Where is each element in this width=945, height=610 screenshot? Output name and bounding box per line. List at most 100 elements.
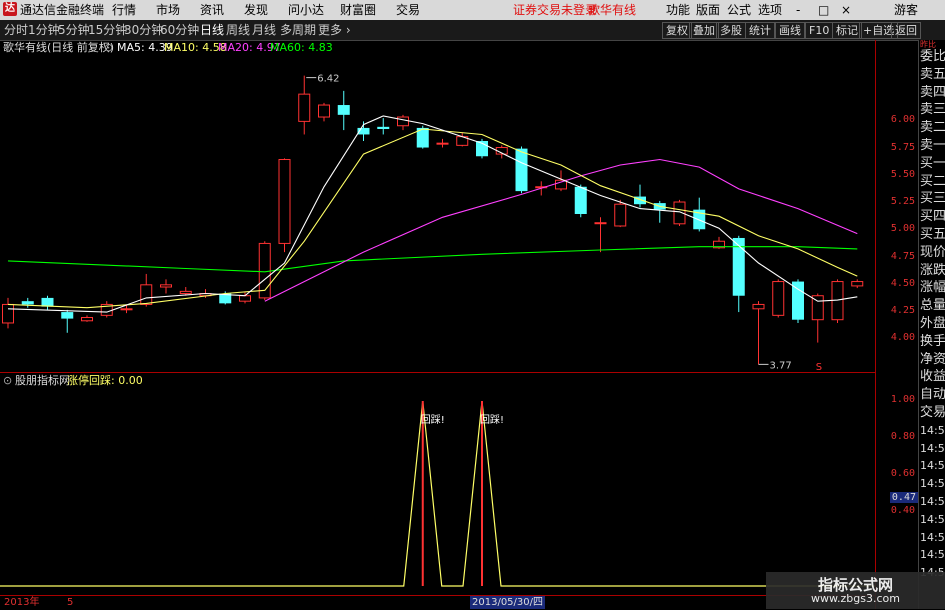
candle-body-up	[278, 159, 291, 244]
draw-line-button[interactable]: 画线	[775, 22, 805, 39]
menu-item-gongneng[interactable]: 功能	[666, 2, 690, 18]
app-logo-icon: 达	[3, 2, 17, 16]
candle-body-down	[377, 126, 390, 130]
tab-monthly[interactable]: 月线	[252, 22, 276, 38]
maximize-button[interactable]: □	[818, 2, 829, 18]
candle-body-up	[179, 290, 192, 295]
tab-15min[interactable]: 15分钟	[88, 22, 127, 38]
menu-item-faxian[interactable]: 发现	[244, 2, 268, 18]
multi-stock-button[interactable]: 多股	[716, 22, 746, 39]
price-tick-label: 5.75	[890, 141, 915, 153]
panel-item: 卖四	[920, 84, 945, 100]
app-title: 通达信金融终端	[20, 3, 105, 17]
low-annotation-label: 3.77	[770, 360, 792, 371]
panel-item: 卖二	[920, 120, 945, 136]
menu-item-gongshi[interactable]: 公式	[727, 2, 751, 18]
minimize-button[interactable]: -	[796, 2, 800, 18]
panel-item: 买三	[920, 191, 945, 207]
tab-60min[interactable]: 60分钟	[160, 22, 199, 38]
panel-item: 买二	[920, 173, 945, 189]
year-label: 2013年	[4, 597, 40, 608]
panel-item: 14:56	[920, 423, 945, 437]
candle-body-down	[21, 301, 34, 305]
overlay-button[interactable]: 叠加	[689, 22, 719, 39]
panel-item: 14:56	[920, 477, 945, 491]
quote-side-panel: 昨比 委比 卖五 卖四 卖三 卖二 卖一 买一 买二 买三 买四 买五 现价 涨跌 涨幅 总量 外盘 换手 净资 收益…	[918, 40, 945, 609]
watermark-url: www.zbgs3.com	[811, 592, 900, 605]
login-status[interactable]: 证券交易未登录	[513, 2, 597, 18]
price-tick-label: 4.50	[890, 277, 915, 289]
panel-item[interactable]: 自动	[920, 387, 945, 403]
candle-body-up	[2, 303, 14, 324]
tab-5min[interactable]: 5分钟	[58, 22, 90, 38]
panel-item: 卖五	[920, 66, 945, 82]
indicator-settings-icon[interactable]: ⊙	[3, 373, 12, 389]
ma60-label: MA60: 4.83	[270, 41, 333, 54]
signal-label: 涨停回踩: 0.00	[67, 374, 143, 387]
panel-item: 卖一	[920, 138, 945, 153]
watermark-banner: 指标公式网 www.zbgs3.com	[766, 572, 945, 609]
candle-body-up	[318, 104, 330, 118]
date-axis: 2013年 5 2013/05/30/四	[0, 595, 875, 610]
price-tick-label: 5.25	[890, 196, 915, 208]
close-button[interactable]: ×	[841, 2, 851, 18]
tab-1min[interactable]: 1分钟	[28, 22, 60, 38]
tab-more[interactable]: 更多 ›	[318, 22, 351, 38]
tab-multi-period[interactable]: 多周期	[280, 22, 316, 38]
back-button[interactable]: 返回	[891, 22, 921, 39]
fuquan-button[interactable]: 复权	[662, 22, 692, 39]
signal-peak-label: 回踩!	[480, 414, 504, 426]
menu-item-zixun[interactable]: 资讯	[200, 2, 224, 18]
candlestick-chart[interactable]: 6.42 3.77 S	[0, 56, 875, 372]
signal-line	[0, 400, 875, 587]
panel-item: 卖三	[920, 102, 945, 118]
indicator-tick-label: 0.40	[890, 505, 915, 516]
menu-item-xuanxiang[interactable]: 选项	[758, 2, 782, 18]
mark-button[interactable]: 标记	[832, 22, 862, 39]
candle-body-up	[772, 281, 785, 316]
tab-more-label: 更多	[318, 23, 343, 37]
settings-dropdown-icon[interactable]: ⊙	[104, 40, 113, 56]
guest-label[interactable]: 游客	[894, 2, 918, 18]
candle-body-up	[160, 284, 172, 288]
panel-item: 委比	[920, 49, 945, 64]
panel-item: 净资	[920, 351, 945, 367]
menu-item-wenxiaoda[interactable]: 问小达	[288, 2, 324, 18]
period-tab-bar: 分时 1分钟 5分钟 15分钟 30分钟 60分钟 日线 周线 月线 多周期 更…	[0, 20, 945, 41]
chart-title: 歌华有线(日线 前复权)	[3, 41, 115, 54]
candle-body-up	[752, 303, 765, 310]
indicator-chart[interactable]: 回踩! 回踩!	[0, 389, 875, 594]
panel-item: 买一	[920, 155, 945, 171]
chevron-right-icon: ›	[342, 23, 351, 37]
menu-item-jiaoyi[interactable]: 交易	[396, 2, 420, 18]
tab-30min[interactable]: 30分钟	[124, 22, 163, 38]
panel-item: 换手	[920, 333, 945, 349]
ma5-line	[7, 115, 858, 313]
menu-item-shichang[interactable]: 市场	[156, 2, 180, 18]
candle-body-down	[61, 312, 74, 319]
menu-item-hangqing[interactable]: 行情	[112, 2, 136, 18]
price-tick-label: 5.00	[890, 223, 915, 235]
stats-button[interactable]: 统计	[745, 22, 775, 39]
price-tick-label: 4.75	[890, 250, 915, 262]
candle-body-up	[140, 284, 153, 305]
tab-weekly[interactable]: 周线	[226, 22, 250, 38]
menu-item-banmian[interactable]: 版面	[696, 2, 720, 18]
tab-fenshi[interactable]: 分时	[4, 22, 28, 38]
candle-body-up	[120, 308, 133, 311]
price-tick-label: 6.00	[890, 114, 915, 126]
ma60-line	[7, 246, 858, 273]
indicator-name[interactable]: 股朋指标网	[15, 373, 70, 389]
month-label: 5	[67, 597, 74, 608]
ma10-line	[7, 128, 858, 309]
f10-button[interactable]: F10	[805, 22, 834, 39]
menu-item-caifuquan[interactable]: 财富圈	[340, 2, 376, 18]
high-annotation-label: 6.42	[317, 74, 339, 85]
tab-daily[interactable]: 日线	[200, 22, 224, 38]
panel-item: 14:56	[920, 548, 945, 562]
panel-item: 涨幅	[920, 280, 945, 296]
panel-item: 收益	[920, 369, 945, 385]
panel-item: 买四	[920, 209, 945, 225]
panel-item[interactable]: 交易	[920, 405, 945, 421]
candle-body-up	[436, 142, 449, 145]
